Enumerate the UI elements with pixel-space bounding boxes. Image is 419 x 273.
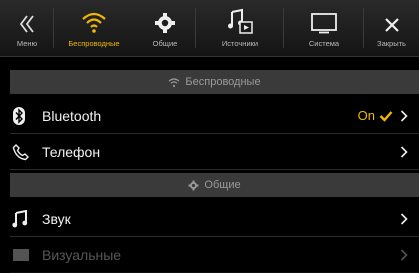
music-source-icon bbox=[227, 0, 253, 34]
tab-menu-label: Меню bbox=[16, 39, 38, 48]
tab-system[interactable]: Система bbox=[284, 0, 364, 56]
tab-close[interactable]: Закрыть bbox=[364, 0, 419, 56]
tab-sources[interactable]: Источники bbox=[196, 0, 284, 56]
bluetooth-status-value: On bbox=[357, 108, 375, 123]
tab-system-label: Система bbox=[308, 39, 340, 48]
top-tab-bar: Меню Беспроводные Общие Источники Систем… bbox=[0, 0, 419, 57]
gear-icon bbox=[188, 180, 199, 191]
music-note-icon bbox=[10, 209, 42, 228]
row-sound-label: Звук bbox=[42, 210, 71, 227]
chevron-right-icon bbox=[397, 145, 411, 158]
section-header-general: Общие bbox=[10, 173, 419, 197]
tab-general[interactable]: Общие bbox=[134, 0, 196, 56]
wifi-icon bbox=[81, 0, 107, 34]
close-icon bbox=[384, 0, 400, 34]
phone-icon bbox=[10, 143, 42, 161]
tab-menu[interactable]: Меню bbox=[0, 0, 54, 56]
row-bluetooth-label: Bluetooth bbox=[42, 107, 102, 124]
row-bluetooth[interactable]: Bluetooth On bbox=[10, 98, 419, 134]
bluetooth-icon bbox=[10, 106, 42, 125]
back-double-chevron-icon bbox=[19, 0, 35, 34]
gear-icon bbox=[154, 0, 176, 34]
row-visual[interactable]: Визуальные bbox=[10, 237, 419, 273]
wifi-icon bbox=[168, 77, 180, 88]
section-title-general: Общие bbox=[204, 179, 241, 191]
row-phone[interactable]: Телефон bbox=[10, 134, 419, 170]
settings-list: Беспроводные Bluetooth On Телефон Общие … bbox=[10, 56, 419, 273]
checkmark-icon bbox=[379, 110, 393, 122]
tab-wireless[interactable]: Беспроводные bbox=[54, 0, 134, 56]
row-phone-label: Телефон bbox=[42, 143, 101, 160]
chevron-right-icon bbox=[397, 212, 411, 225]
tab-sources-label: Источники bbox=[221, 39, 259, 48]
section-header-wireless: Беспроводные bbox=[10, 70, 419, 94]
chevron-right-icon bbox=[397, 109, 411, 122]
tab-wireless-label: Беспроводные bbox=[68, 39, 120, 48]
monitor-icon bbox=[310, 0, 338, 34]
row-sound[interactable]: Звук bbox=[10, 201, 419, 237]
settings-screen: Меню Беспроводные Общие Источники Систем… bbox=[0, 0, 419, 273]
tab-general-label: Общие bbox=[152, 39, 178, 48]
section-title-wireless: Беспроводные bbox=[185, 76, 261, 88]
tab-close-label: Закрыть bbox=[377, 39, 406, 48]
